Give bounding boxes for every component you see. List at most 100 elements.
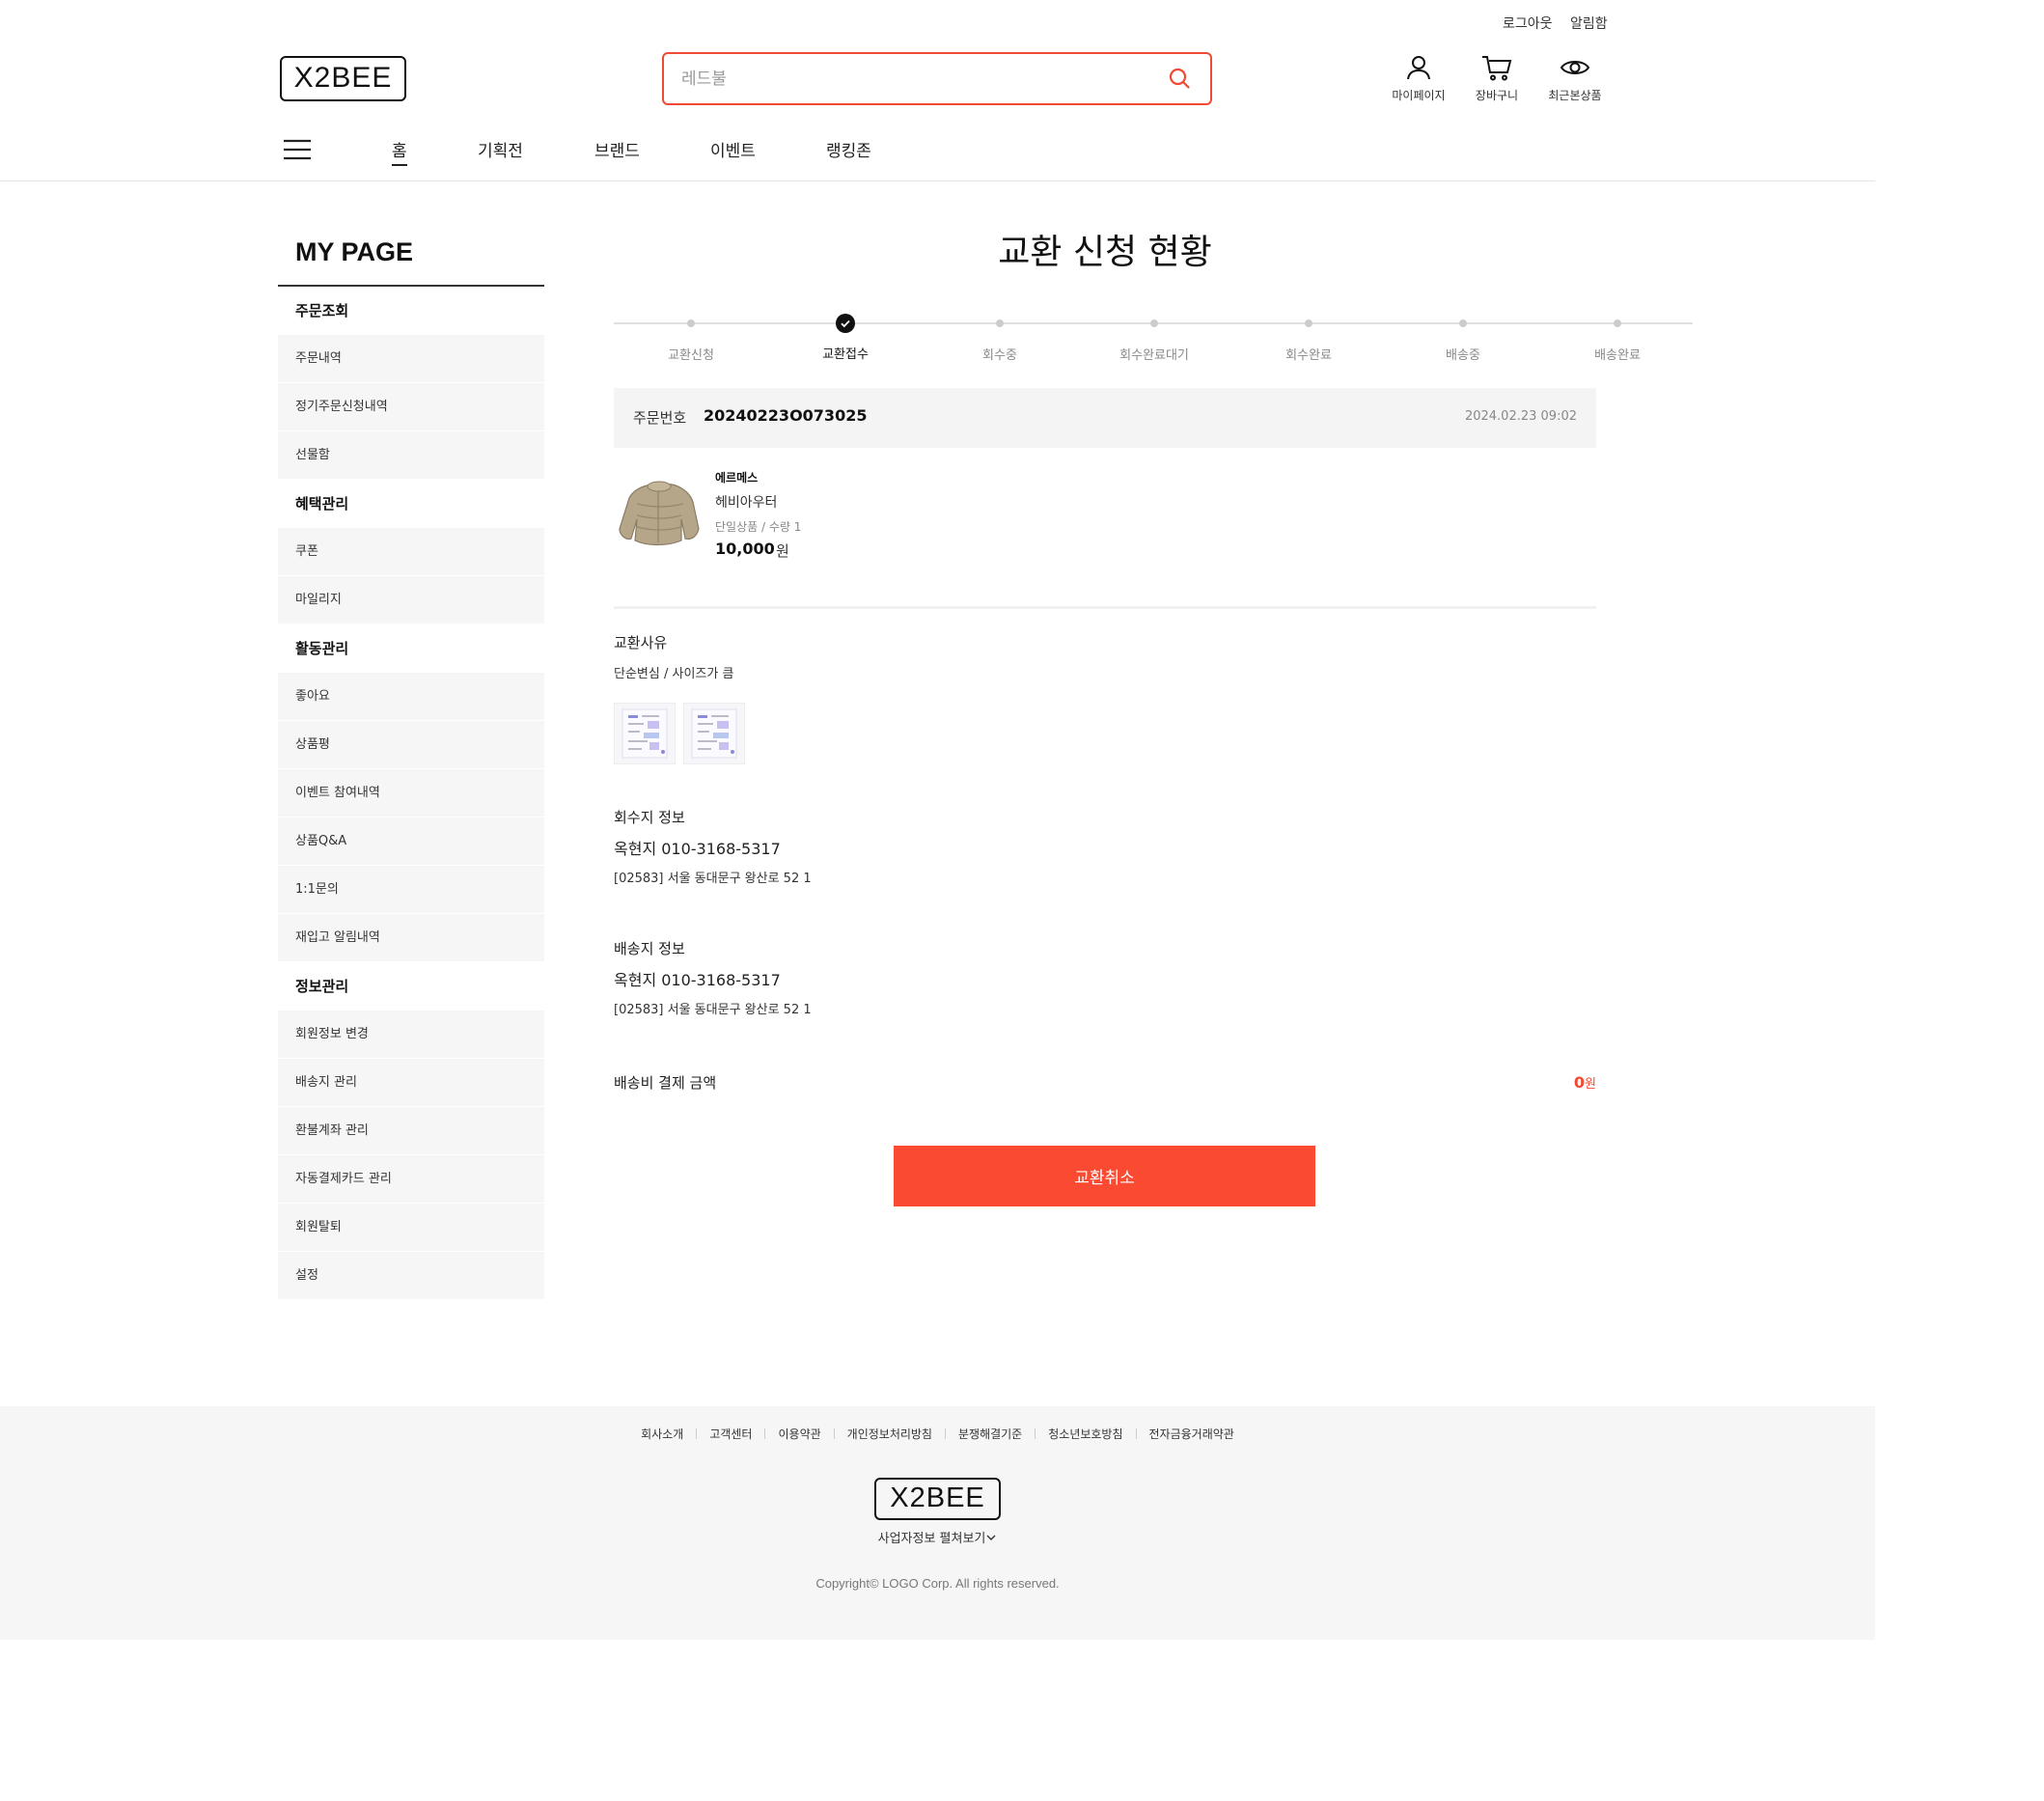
product-name[interactable]: 헤비아우터 <box>715 492 777 512</box>
search-input[interactable] <box>681 54 1145 103</box>
step-dot <box>1614 319 1621 327</box>
notification-link[interactable]: 알림함 <box>1570 14 1608 33</box>
product-brand: 에르메스 <box>715 471 759 485</box>
step-label: 교환접수 <box>822 347 869 362</box>
nav-exhibition[interactable]: 기획전 <box>478 137 523 161</box>
sidebar-title: MY PAGE <box>295 237 414 266</box>
product-currency: 원 <box>776 542 789 560</box>
header-divider <box>0 180 1875 181</box>
attachment-thumbnail[interactable] <box>614 703 676 764</box>
product-image[interactable] <box>614 475 704 554</box>
sidebar-item-mileage[interactable]: 마일리지 <box>278 576 544 624</box>
step-dot <box>1459 319 1467 327</box>
step-label: 회수중 <box>982 348 1017 363</box>
sidebar-item-gift-box[interactable]: 선물함 <box>278 431 544 480</box>
reason-title: 교환사유 <box>614 634 668 651</box>
sidebar-group-benefits: 혜택관리 <box>278 480 544 528</box>
step-dot <box>996 319 1004 327</box>
sidebar-group-activity: 활동관리 <box>278 624 544 673</box>
step-label: 배송완료 <box>1594 348 1641 363</box>
shipping-name-phone: 옥현지 010-3168-5317 <box>614 971 781 989</box>
footer-links: 회사소개 고객센터 이용약관 개인정보처리방침 분쟁해결기준 청소년보호방침 전자금융거래약… <box>0 1426 1875 1442</box>
header-logo[interactable]: X2BEE <box>280 56 406 101</box>
logout-link[interactable]: 로그아웃 <box>1503 14 1553 33</box>
step-delivered: 배송완료 <box>1540 315 1695 363</box>
footer-link-terms[interactable]: 이용약관 <box>778 1426 820 1442</box>
user-icon <box>1380 54 1457 81</box>
nav-ranking[interactable]: 랭킹존 <box>826 137 871 161</box>
chevron-down-icon <box>985 1532 997 1546</box>
sidebar-item-refund-account[interactable]: 환불계좌 관리 <box>278 1107 544 1155</box>
step-shipping: 배송중 <box>1386 315 1540 363</box>
sidebar-item-event-history[interactable]: 이벤트 참여내역 <box>278 769 544 817</box>
step-exchange-received: 교환접수 <box>768 314 923 362</box>
section-divider <box>614 606 1596 609</box>
footer-divider <box>1035 1428 1036 1439</box>
order-number: 20240223O073025 <box>704 406 868 425</box>
sidebar-group-info: 정보관리 <box>278 962 544 1011</box>
nav-home[interactable]: 홈 <box>392 137 407 166</box>
mypage-label: 마이페이지 <box>1392 89 1446 102</box>
sidebar-menu: 주문조회 주문내역 정기주문신청내역 선물함 혜택관리 쿠폰 마일리지 활동관리… <box>278 287 544 1300</box>
step-dot <box>1150 319 1158 327</box>
sidebar-item-member-info[interactable]: 회원정보 변경 <box>278 1011 544 1059</box>
cart-button[interactable]: 장바구니 <box>1458 54 1535 103</box>
sidebar-item-autopay-card[interactable]: 자동결제카드 관리 <box>278 1155 544 1204</box>
footer-divider <box>696 1428 698 1439</box>
pickup-address: [02583] 서울 동대문구 왕산로 52 1 <box>614 872 812 886</box>
sidebar-item-product-qna[interactable]: 상품Q&A <box>278 817 544 866</box>
shipping-fee-value: 0원 <box>1574 1073 1596 1092</box>
footer-logo-text: X2BEE <box>874 1478 1001 1520</box>
menu-icon[interactable] <box>283 138 312 165</box>
shipping-fee-label: 배송비 결제 금액 <box>614 1074 717 1092</box>
order-date: 2024.02.23 09:02 <box>1464 409 1577 424</box>
step-collecting: 회수중 <box>923 315 1077 363</box>
footer-link-e-finance[interactable]: 전자금융거래약관 <box>1149 1426 1234 1442</box>
sidebar-item-addresses[interactable]: 배송지 관리 <box>278 1059 544 1107</box>
page-title: 교환 신청 현황 <box>998 233 1212 272</box>
nav-event[interactable]: 이벤트 <box>710 137 756 161</box>
sidebar-item-settings[interactable]: 설정 <box>278 1252 544 1300</box>
pickup-name-phone: 옥현지 010-3168-5317 <box>614 840 781 858</box>
shipping-title: 배송지 정보 <box>614 940 685 957</box>
order-number-label: 주문번호 <box>633 409 687 427</box>
order-info-bar: 주문번호 20240223O073025 2024.02.23 09:02 <box>614 388 1596 448</box>
sidebar-item-inquiry[interactable]: 1:1문의 <box>278 866 544 914</box>
step-collected: 회수완료 <box>1231 315 1386 363</box>
footer-link-dispute[interactable]: 분쟁해결기준 <box>958 1426 1022 1442</box>
sidebar-item-coupons[interactable]: 쿠폰 <box>278 528 544 576</box>
footer-divider <box>944 1428 946 1439</box>
logo-text: X2BEE <box>280 56 406 101</box>
cancel-exchange-button[interactable]: 교환취소 <box>894 1146 1315 1206</box>
footer-divider <box>764 1428 766 1439</box>
step-dot <box>687 319 695 327</box>
step-dot <box>1305 319 1312 327</box>
shipping-address: [02583] 서울 동대문구 왕산로 52 1 <box>614 1003 812 1017</box>
footer-link-privacy[interactable]: 개인정보처리방침 <box>847 1426 932 1442</box>
step-label: 교환신청 <box>668 348 714 363</box>
nav-brand[interactable]: 브랜드 <box>594 137 640 161</box>
search-icon[interactable] <box>1168 67 1191 94</box>
sidebar-item-restock-alerts[interactable]: 재입고 알림내역 <box>278 914 544 962</box>
business-info-toggle[interactable]: 사업자정보 펼쳐보기 <box>0 1528 1875 1546</box>
business-info-label: 사업자정보 펼쳐보기 <box>877 1532 986 1546</box>
attachment-thumbnail[interactable] <box>683 703 745 764</box>
sidebar-item-withdraw[interactable]: 회원탈퇴 <box>278 1204 544 1252</box>
sidebar-item-subscription-orders[interactable]: 정기주문신청내역 <box>278 383 544 431</box>
shipping-fee-amount: 0 <box>1573 1073 1586 1092</box>
sidebar-item-likes[interactable]: 좋아요 <box>278 673 544 721</box>
step-label: 배송중 <box>1446 348 1480 363</box>
step-label: 회수완료대기 <box>1119 348 1189 363</box>
sidebar-item-reviews[interactable]: 상품평 <box>278 721 544 769</box>
sidebar-group-orders: 주문조회 <box>278 287 544 335</box>
mypage-button[interactable]: 마이페이지 <box>1380 54 1457 103</box>
step-collect-pending: 회수완료대기 <box>1077 315 1231 363</box>
footer-link-youth-protection[interactable]: 청소년보호방침 <box>1048 1426 1122 1442</box>
sidebar-item-order-history[interactable]: 주문내역 <box>278 335 544 383</box>
footer-link-customer-center[interactable]: 고객센터 <box>709 1426 752 1442</box>
footer-link-company[interactable]: 회사소개 <box>641 1426 683 1442</box>
recent-products-button[interactable]: 최근본상품 <box>1536 54 1614 103</box>
product-option: 단일상품 / 수량 1 <box>715 520 802 534</box>
pickup-title: 회수지 정보 <box>614 809 685 826</box>
step-label: 회수완료 <box>1285 348 1332 363</box>
